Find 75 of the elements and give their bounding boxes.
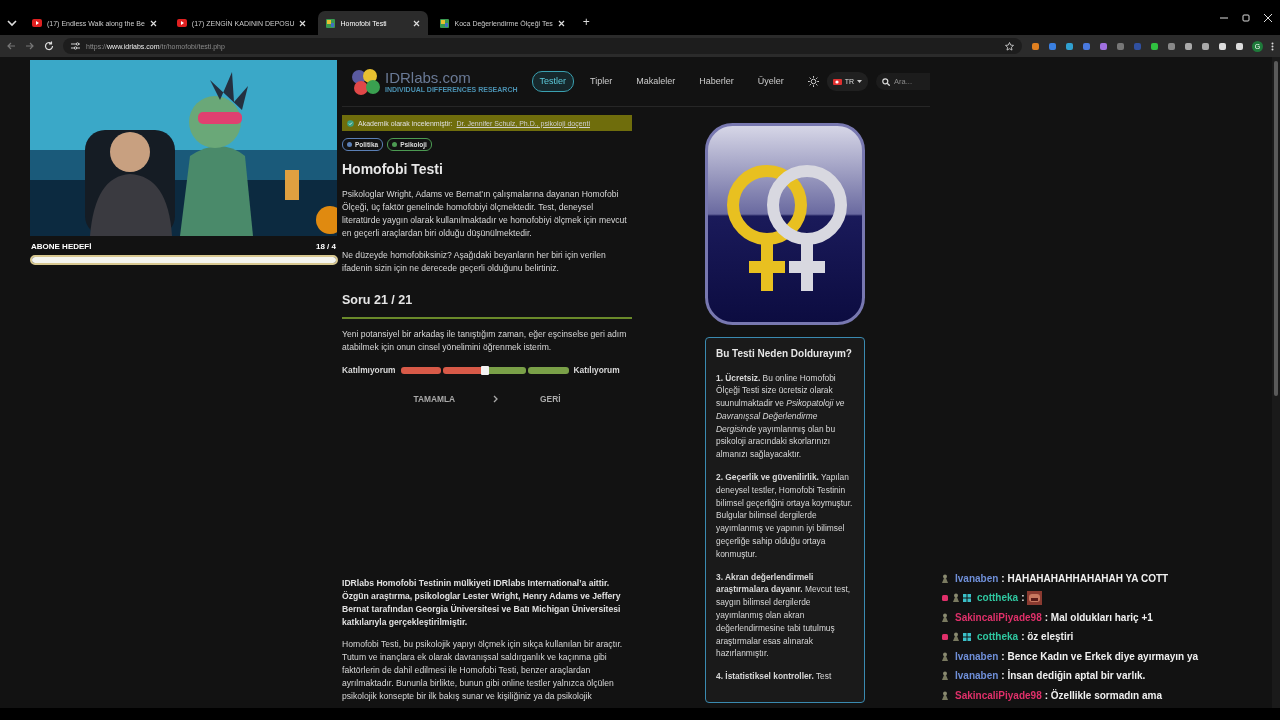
site-icon — [440, 18, 450, 28]
answer-slider[interactable] — [400, 367, 569, 374]
figure-badge-icon — [941, 690, 949, 700]
card-paragraph: 3. Akran değerlendirmeli araştırmalara dayanır. Mevcut test, saygın bilimsel dergilerde yayımlanmış olan akran değerlendirmesine tabi tutulmuş araştırmalar esas alınarak hazırlanmıştır. — [716, 570, 852, 661]
chat-message: : Bence Kadın ve Erkek diye ayırmayın ya — [1001, 650, 1199, 662]
new-tab-button[interactable]: + — [576, 11, 596, 35]
close-icon[interactable] — [1264, 13, 1272, 22]
description-paragraph: Homofobi Testi, bu psikolojik yapıyı ölçmek için sıkça kullanılan bir araçtır. Tutum ve inançlara ek olarak davranışsal saldırganlık ve kaçınma gibi faktörlerin de dahil edilmesi ile Homofobi Testi, benzer araçlardan ayrılmaktadır. Bununla birlikte, bunun gibi online testler yalnızca ölçülen psikolojik konsepte bir ilk bakış sunar ve kişiliğiniz ya da psikolojik — [342, 638, 624, 703]
menu-icon[interactable] — [1271, 41, 1274, 51]
figure-badge-icon — [941, 573, 949, 583]
chat-username: Ivanaben — [955, 670, 999, 682]
scale-label: Katılmıyorum — [342, 364, 396, 377]
goal-count: 18 / 4 — [316, 242, 336, 251]
site-settings-icon[interactable] — [71, 42, 80, 50]
video-icon — [176, 19, 187, 27]
chat-username: SakincaliPiyade98 — [955, 611, 1042, 623]
figure-badge-icon — [941, 671, 949, 681]
chat-username: Ivanaben — [955, 650, 999, 662]
back-button[interactable]: GERİ — [532, 391, 569, 407]
chat-message: : Özellikle sormadın ama — [1044, 689, 1162, 701]
chat-message: : öz eleştiri — [1021, 631, 1074, 643]
chat-message: : HAHAHAHAHHAHAHAH YA COTT — [1001, 572, 1169, 584]
nav-link[interactable]: Testler — [531, 71, 574, 92]
bookmark-star-icon[interactable] — [1005, 41, 1014, 51]
question-counter: Soru 21 / 21 — [342, 293, 414, 308]
chat-username: SakincaliPiyade98 — [955, 689, 1042, 701]
chevron-right-icon — [493, 395, 499, 403]
chat-username: cottheka — [977, 631, 1019, 643]
scrollbar-thumb[interactable] — [1274, 61, 1278, 396]
card-title: Bu Testi Neden Doldurayım? — [716, 347, 853, 361]
back-icon[interactable] — [6, 41, 16, 51]
video-icon — [32, 19, 42, 27]
chat-username: Ivanaben — [955, 572, 999, 584]
question-text: Yeni potansiyel bir arkadaş ile tanıştığım zaman, eğer eşcinselse geri adım atabilmek için onun cinsel yönelimini öğrenmek isterim. — [342, 328, 628, 354]
restore-icon[interactable] — [1242, 13, 1250, 22]
figure-badge-icon — [941, 651, 949, 661]
goal-label: ABONE HEDEFİ — [31, 242, 92, 251]
figure-badge-icon — [952, 593, 960, 603]
caret-icon — [857, 80, 863, 83]
chat-message: : — [1021, 592, 1025, 604]
logo-icon — [350, 68, 382, 95]
reload-icon[interactable] — [44, 41, 54, 51]
close-icon[interactable] — [413, 19, 421, 27]
figure-badge-icon — [952, 632, 960, 642]
close-icon[interactable] — [557, 19, 565, 27]
ownership-paragraph: IDRlabs Homofobi Testinin mülkiyeti IDRlabs International’a aittir. Özgün araştırma, psikologlar Lester Wright, Henry Adams ve Jeffery Bernat tarafından Georgia Üniversitesi ve Batı Michigan Üniversitesi katkılarıyla gerçekleştirilmiştir. — [342, 577, 622, 629]
figure-badge-icon — [941, 612, 949, 622]
forward-icon[interactable] — [25, 41, 35, 51]
theme-toggle-icon[interactable] — [807, 76, 819, 87]
nav-link[interactable]: Haberler — [691, 71, 742, 92]
nav-link[interactable]: Üyeler — [749, 71, 792, 92]
check-icon — [347, 119, 354, 127]
grid-badge-icon — [963, 593, 971, 602]
scale-label: Katılıyorum — [573, 364, 620, 377]
close-icon[interactable] — [299, 19, 307, 27]
nav-link[interactable]: Makaleler — [628, 71, 684, 92]
site-icon — [326, 18, 336, 28]
gem-badge-icon — [941, 593, 949, 602]
gem-badge-icon — [941, 632, 949, 641]
intro-paragraph: Psikologlar Wright, Adams ve Bernat’ın çalışmalarına dayanan Homofobi Ölçeği, üç faktör genelinde homofobiyi ölçmektedir. Test, deneysel literatürde yaygın olarak kullanılmaktadır ve homofobiyi ölçmek için mevcut en geçerli araçlardan biri olduğu düşünülmektedir. — [342, 188, 628, 240]
nav-link[interactable]: Tipler — [582, 71, 621, 92]
card-paragraph: 1. Ücretsiz. Bu online Homofobi Ölçeği Testi size ücretsiz olarak suunulmaktadir ve Psikopatoloji ve Davranışsal Değerlendirme Dergisinde yayımlanmış olan bu psikoloji aracındaki skorlarınızı almanızı sağlayacaktır. — [716, 371, 846, 462]
chat-message: : Mal oldukları hariç +1 — [1044, 611, 1153, 623]
chat-username: cottheka — [977, 592, 1019, 604]
card-paragraph: 4. İstatistiksel kontroller. Test — [716, 670, 833, 684]
logo-text: IDRlabs.com — [385, 70, 472, 85]
slider-thumb[interactable] — [480, 366, 489, 375]
chat-message: : İnsan dediğin aptal bir varlık. — [1001, 670, 1146, 682]
grid-badge-icon — [963, 632, 971, 641]
page-title: Homofobi Testi — [342, 161, 444, 177]
finish-button[interactable]: TAMAMLA — [405, 391, 507, 407]
intro-paragraph: Ne düzeyde homofobiksiniz? Aşağıdaki beyanların her biri için verilen ifadenin sizin için ne derecede geçerli olduğunu belirtiniz. — [342, 249, 607, 275]
card-paragraph: 2. Geçerlik ve güvenilirlik. Yapılan deneysel testler, Homofobi Testinin bilimsel geçerliğini ortaya koymuştur. Bulgular bilimsel dergilerde yayımlanmış ve yapının iyi bilimsel geçerliğe sahip olduğu ortaya konmuştur. — [716, 471, 854, 561]
close-icon[interactable] — [149, 19, 157, 27]
flag-icon — [832, 78, 842, 85]
